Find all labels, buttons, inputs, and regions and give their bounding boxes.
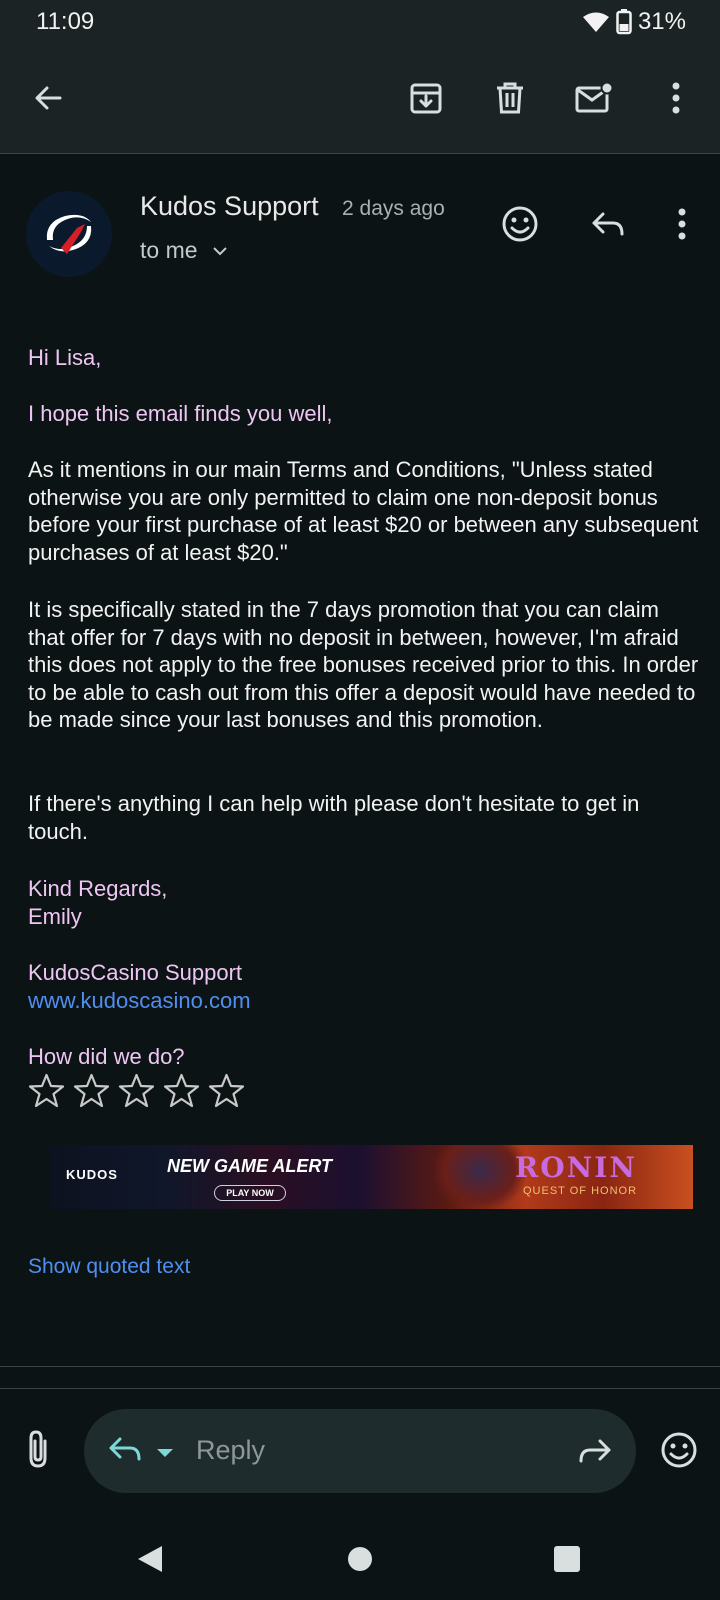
reply-icon [109, 1437, 141, 1461]
star-icon[interactable] [73, 1073, 110, 1108]
square-recents-icon [554, 1546, 580, 1572]
reply-compose-field[interactable]: Reply [84, 1409, 636, 1493]
reply-placeholder: Reply [196, 1435, 266, 1465]
signer-name: Emily [28, 904, 82, 929]
website-link[interactable]: www.kudoscasino.com [28, 987, 700, 1015]
recipient-label: to me [140, 237, 198, 263]
forward-button[interactable] [578, 1437, 612, 1470]
clock: 11:09 [36, 8, 95, 35]
email-toolbar [0, 44, 720, 154]
status-bar: 11:09 31% [0, 0, 720, 44]
forward-icon [579, 1439, 611, 1463]
archive-icon [410, 83, 442, 114]
status-icons: 31% [582, 8, 686, 36]
attach-button[interactable] [22, 1429, 56, 1474]
divider [0, 1366, 720, 1367]
wifi-icon [582, 12, 609, 32]
paragraph-promotion: It is specifically stated in the 7 days … [28, 597, 699, 732]
show-quoted-text-link[interactable]: Show quoted text [28, 1255, 190, 1279]
reply-type-selector[interactable] [108, 1435, 142, 1468]
triangle-back-icon [138, 1546, 162, 1572]
more-vert-icon [678, 208, 686, 240]
signoff: Kind Regards, [28, 876, 168, 901]
signature-org: KudosCasino Support [28, 960, 243, 985]
reply-emoji-button[interactable] [660, 1431, 698, 1474]
message-options-button[interactable] [658, 200, 706, 248]
reply-type-dropdown[interactable] [156, 1445, 174, 1463]
delete-button[interactable] [488, 76, 532, 120]
greeting: Hi Lisa, [28, 345, 102, 370]
nav-back-button[interactable] [136, 1544, 164, 1579]
system-nav-bar [0, 1519, 720, 1600]
banner-game-subtitle: QUEST OF HONOR [523, 1185, 638, 1197]
reply-icon [592, 212, 624, 236]
reply-button[interactable] [584, 200, 632, 248]
arrow-left-icon [35, 86, 62, 110]
recipient-details-toggle[interactable]: to me [140, 237, 228, 264]
banner-game-title: RONIN [515, 1151, 637, 1184]
reply-bar: Reply [0, 1389, 720, 1519]
battery-icon [616, 9, 632, 35]
caret-down-icon [157, 1449, 173, 1457]
paperclip-icon [29, 1430, 47, 1468]
mark-unread-button[interactable] [572, 76, 616, 120]
add-reaction-button[interactable] [496, 200, 544, 248]
trash-icon [497, 82, 523, 114]
more-options-button[interactable] [654, 76, 698, 120]
emoji-icon [661, 1432, 697, 1468]
rating-stars [28, 1073, 245, 1108]
email-header: Kudos Support 2 days ago to me [0, 155, 720, 305]
star-icon[interactable] [163, 1073, 200, 1108]
circle-home-icon [348, 1547, 372, 1571]
promo-banner[interactable]: KUDOS NEW GAME ALERT PLAY NOW RONIN QUES… [50, 1145, 693, 1209]
battery-level: 31% [637, 8, 686, 35]
email-timestamp: 2 days ago [342, 197, 445, 220]
banner-play-button[interactable]: PLAY NOW [214, 1185, 286, 1201]
archive-button[interactable] [404, 76, 448, 120]
nav-recents-button[interactable] [554, 1546, 580, 1577]
sender-avatar[interactable] [26, 191, 112, 277]
more-vert-icon [672, 82, 680, 114]
star-icon[interactable] [118, 1073, 155, 1108]
opening-line: I hope this email finds you well, [28, 401, 333, 426]
banner-headline: NEW GAME ALERT [167, 1156, 332, 1176]
kudos-logo-icon [46, 214, 92, 254]
banner-logo: KUDOS [66, 1167, 118, 1182]
feedback-prompt: How did we do? [28, 1044, 185, 1069]
paragraph-terms: As it mentions in our main Terms and Con… [28, 457, 699, 565]
star-icon[interactable] [28, 1073, 65, 1108]
back-button[interactable] [26, 76, 70, 120]
chevron-down-icon [212, 246, 227, 255]
nav-home-button[interactable] [347, 1546, 373, 1577]
paragraph-contact: If there's anything I can help with plea… [28, 791, 640, 844]
sender-name[interactable]: Kudos Support [140, 191, 319, 222]
banner-character-art [435, 1145, 525, 1209]
emoji-icon [502, 206, 538, 242]
mail-unread-icon [575, 82, 613, 113]
star-icon[interactable] [208, 1073, 245, 1108]
